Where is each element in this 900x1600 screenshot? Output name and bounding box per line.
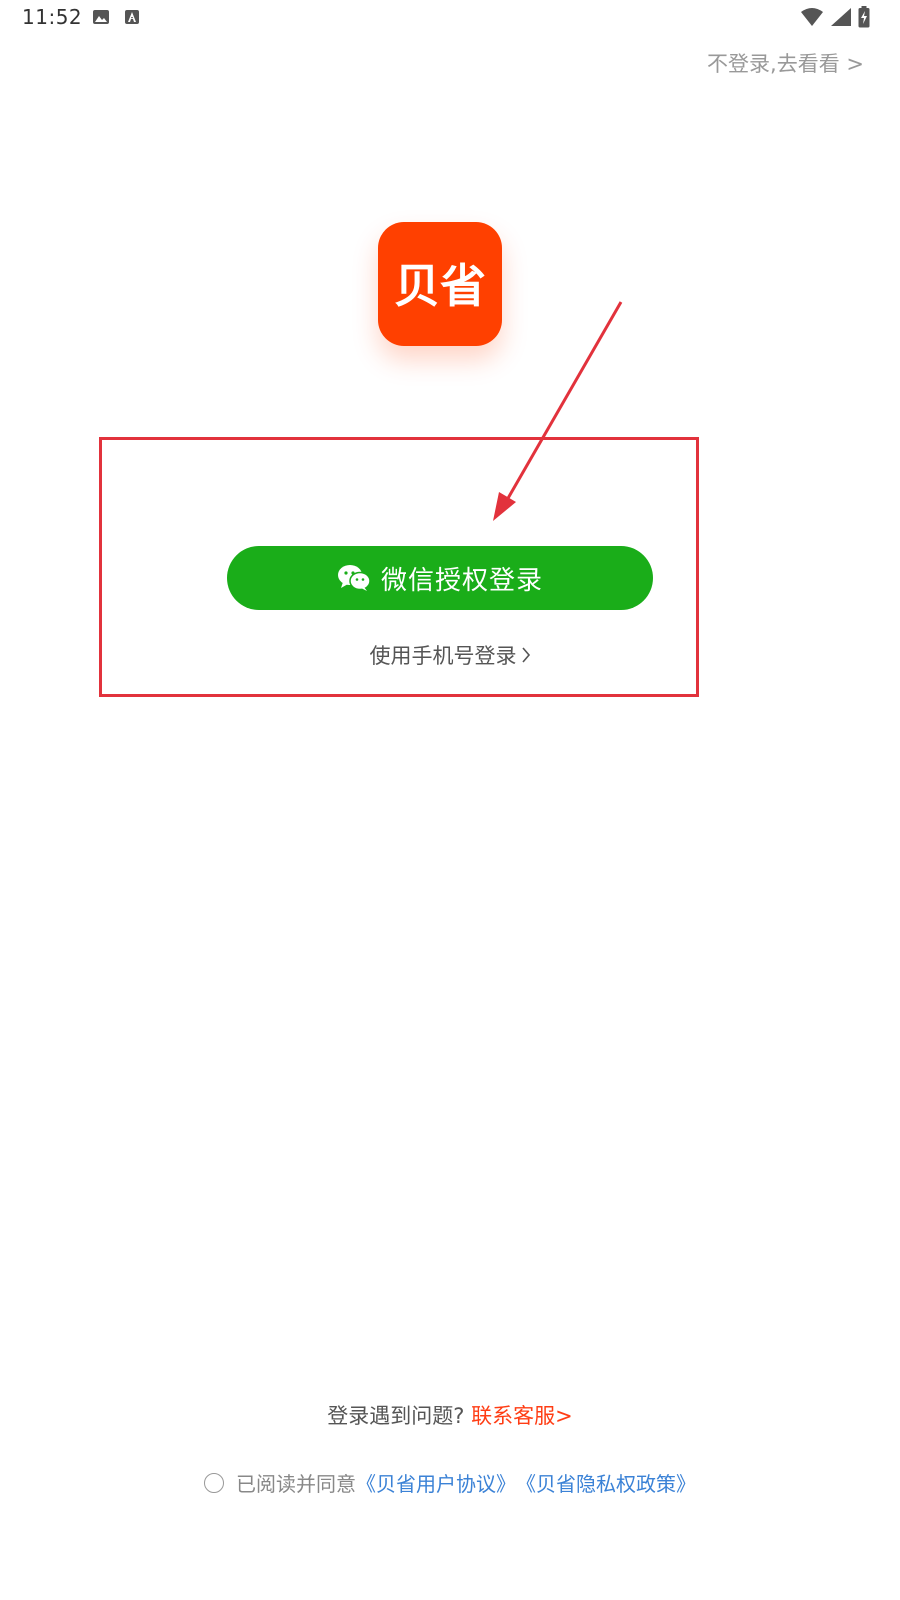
wechat-login-button[interactable]: 微信授权登录 xyxy=(227,546,653,610)
privacy-policy-link[interactable]: 《贝省隐私权政策》 xyxy=(516,1468,696,1497)
status-bar: 11:52 xyxy=(0,0,900,36)
agreement-row: 已阅读并同意 《贝省用户协议》 《贝省隐私权政策》 xyxy=(0,1468,900,1497)
agree-prefix-text: 已阅读并同意 xyxy=(236,1472,356,1496)
agree-checkbox[interactable] xyxy=(204,1472,224,1493)
wifi-icon xyxy=(801,8,823,26)
app-logo-text: 贝省 xyxy=(394,259,486,312)
a-notification-icon xyxy=(125,10,139,24)
status-time: 11:52 xyxy=(22,5,83,29)
annotation-arrow xyxy=(493,301,623,521)
chevron-right-icon xyxy=(521,647,530,663)
wechat-icon xyxy=(337,565,371,591)
battery-icon xyxy=(858,6,870,28)
app-logo-mark: 贝省 xyxy=(394,259,486,312)
app-logo: 贝省 xyxy=(378,222,502,346)
skip-login-link[interactable]: 不登录,去看看 > xyxy=(707,48,864,78)
user-agreement-link[interactable]: 《贝省用户协议》 xyxy=(356,1468,516,1497)
login-help-line: 登录遇到问题? 联系客服> xyxy=(0,1400,900,1430)
status-right-icons xyxy=(800,6,870,28)
signal-icon xyxy=(831,8,851,26)
wechat-login-label: 微信授权登录 xyxy=(380,565,543,596)
login-help-text: 登录遇到问题? xyxy=(327,1404,465,1428)
phone-login-link[interactable]: 使用手机号登录 xyxy=(0,640,900,670)
contact-support-link[interactable]: 联系客服> xyxy=(471,1404,573,1428)
phone-login-label: 使用手机号登录 xyxy=(369,644,517,668)
image-notification-icon xyxy=(93,10,109,24)
